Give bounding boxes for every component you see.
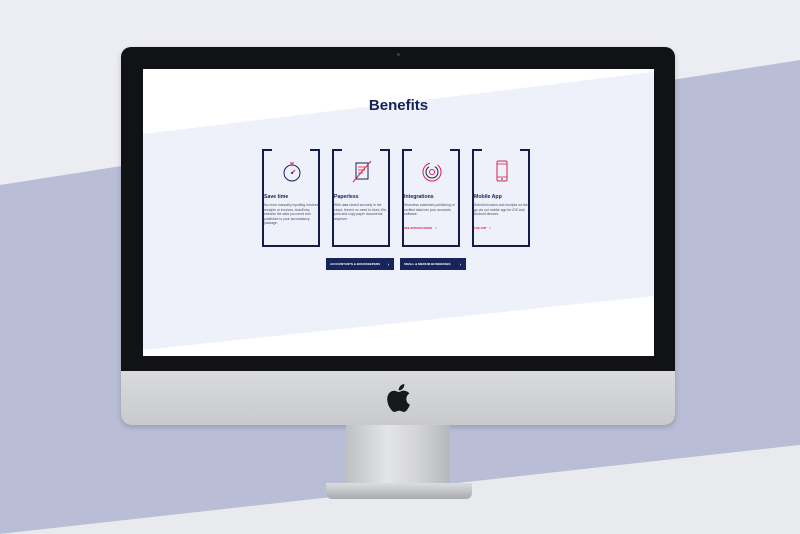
benefit-card-mobile-app: Mobile App Submit invoices and receipts … [472, 149, 530, 247]
camera-dot [397, 53, 400, 56]
card-description: Seamless automatic publishing of verifie… [404, 203, 455, 217]
chevron-right-icon: › [459, 261, 462, 267]
accountants-bookkeepers-button[interactable]: ACCOUNTANTS & BOOKKEEPERS › [326, 258, 394, 270]
the-app-link[interactable]: THE APP › [474, 225, 491, 230]
card-description: With data stored securely in the cloud, … [334, 203, 387, 221]
card-title: Integrations [404, 194, 434, 200]
benefit-card-save-time: Save time No more manually inputting inv… [262, 149, 320, 247]
imac-stand [346, 425, 450, 483]
benefit-card-integrations: Integrations Seamless automatic publishi… [402, 149, 460, 247]
mobile-phone-icon [496, 160, 508, 182]
button-label: SMALL & MEDIUM BUSINESSES [404, 262, 451, 266]
link-label: THE APP [474, 226, 487, 230]
card-title: Paperless [334, 194, 359, 200]
chevron-right-icon: › [489, 225, 491, 230]
benefit-card-paperless: Paperless With data stored securely in t… [332, 149, 390, 247]
link-label: SEE INTEGRATIONS [404, 226, 433, 230]
see-integrations-link[interactable]: SEE INTEGRATIONS › [404, 225, 437, 230]
card-description: Submit invoices and receipts on-the-go v… [474, 203, 529, 217]
website-screen: Benefits Save time No more manually inpu… [143, 69, 654, 356]
card-title: Mobile App [474, 194, 502, 200]
small-medium-businesses-button[interactable]: SMALL & MEDIUM BUSINESSES › [400, 258, 466, 270]
card-description: No more manually inputting invoices, rec… [264, 203, 320, 226]
page-title: Benefits [368, 97, 429, 114]
stopwatch-icon [283, 162, 301, 182]
imac-stand-base [326, 483, 472, 499]
chevron-right-icon: › [387, 261, 390, 267]
chevron-right-icon: › [435, 225, 437, 230]
sync-icon [422, 162, 442, 182]
button-label: ACCOUNTANTS & BOOKKEEPERS [330, 262, 381, 266]
card-title: Save time [264, 194, 289, 200]
document-icon [352, 160, 372, 183]
apple-logo-icon [387, 384, 410, 412]
